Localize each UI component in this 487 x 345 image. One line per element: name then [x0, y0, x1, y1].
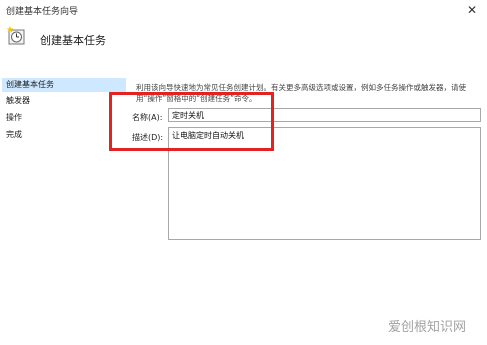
step-action[interactable]: 操作 — [2, 111, 126, 125]
window-title: 创建基本任务向导 — [6, 7, 79, 17]
wizard-steps: 创建基本任务 触发器 操作 完成 — [2, 78, 126, 338]
step-finish[interactable]: 完成 — [2, 128, 126, 142]
description-label: 描述(D): — [132, 133, 164, 142]
close-icon[interactable]: ✕ — [462, 1, 482, 19]
description-field[interactable]: 让电脑定时自动关机 — [168, 127, 481, 240]
clock-icon — [6, 26, 25, 45]
watermark-text: 爱创根知识网 — [388, 320, 467, 335]
wizard-content: 利用该向导快速地为常见任务创建计划。有关更多高级选项或设置，例如多任务操作或触发… — [132, 78, 482, 338]
name-label: 名称(A): — [132, 113, 163, 122]
name-field[interactable] — [168, 108, 481, 122]
title-bar: 创建基本任务向导 ✕ — [0, 0, 487, 22]
step-create-basic-task[interactable]: 创建基本任务 — [2, 78, 126, 92]
step-trigger[interactable]: 触发器 — [2, 94, 126, 108]
wizard-header: 创建基本任务 — [0, 22, 487, 62]
page-title: 创建基本任务 — [40, 34, 106, 47]
wizard-description: 利用该向导快速地为常见任务创建计划。有关更多高级选项或设置，例如多任务操作或触发… — [136, 83, 466, 103]
